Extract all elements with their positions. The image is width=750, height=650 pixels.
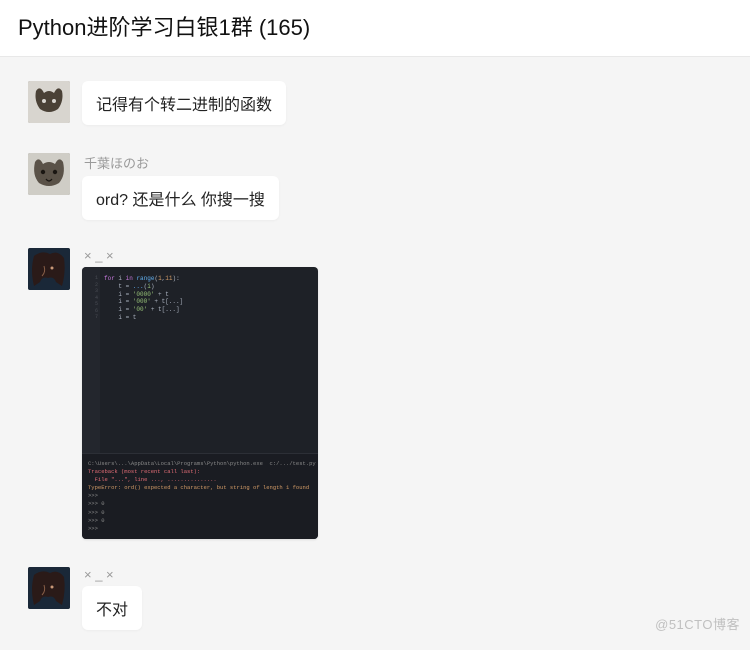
image-attachment[interactable]: 1234567 for i in range(1,11): t = ...(i)…	[82, 267, 318, 539]
avatar[interactable]	[28, 567, 70, 609]
avatar[interactable]	[28, 81, 70, 123]
avatar[interactable]	[28, 248, 70, 290]
avatar[interactable]	[28, 153, 70, 195]
message-content: 记得有个转二进制的函数	[82, 81, 286, 125]
watermark: @51CTO博客	[655, 614, 740, 633]
message-row: × _ × 不对	[0, 563, 750, 640]
line-gutter: 1234567	[82, 267, 100, 453]
message-content: × _ × 1234567 for i in range(1,11): t = …	[82, 248, 318, 539]
message-bubble[interactable]: ord? 还是什么 你搜一搜	[82, 176, 279, 220]
message-bubble[interactable]: 记得有个转二进制的函数	[82, 81, 286, 125]
nickname: × _ ×	[82, 248, 318, 263]
message-row: 记得有个转二进制的函数	[0, 77, 750, 135]
chat-area: 记得有个转二进制的函数 千葉ほのお ord? 还是什么 你搜一搜 × _ × 1…	[0, 57, 750, 650]
message-row: × _ × 1234567 for i in range(1,11): t = …	[0, 244, 750, 549]
chat-title: Python进阶学习白银1群 (165)	[18, 10, 732, 42]
terminal-output: C:\Users\...\AppData\Local\Programs\Pyth…	[82, 453, 318, 539]
code-content: for i in range(1,11): t = ...(i) i = '00…	[100, 267, 318, 453]
message-content: × _ × 不对	[82, 567, 142, 630]
message-content: 千葉ほのお ord? 还是什么 你搜一搜	[82, 153, 279, 220]
nickname: × _ ×	[82, 567, 142, 582]
message-row: 千葉ほのお ord? 还是什么 你搜一搜	[0, 149, 750, 230]
code-editor-preview: 1234567 for i in range(1,11): t = ...(i)…	[82, 267, 318, 453]
nickname: 千葉ほのお	[82, 153, 279, 172]
message-bubble[interactable]: 不对	[82, 586, 142, 630]
chat-header: Python进阶学习白银1群 (165)	[0, 0, 750, 57]
